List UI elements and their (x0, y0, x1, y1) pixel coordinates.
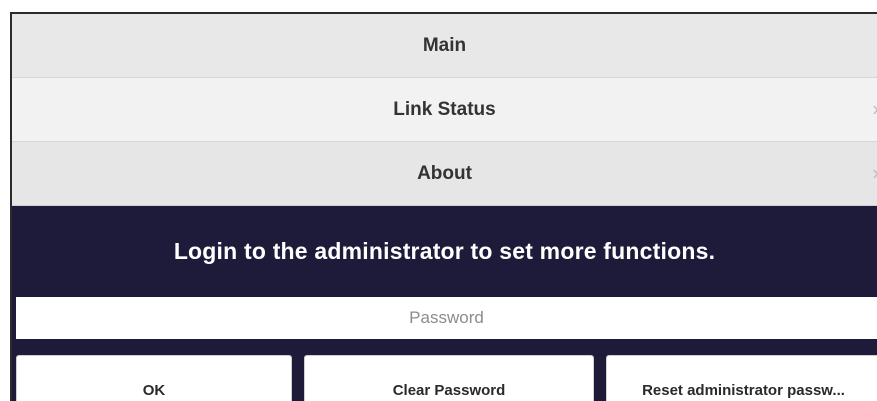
menu-item-label: Main (422, 34, 467, 56)
menu-item-label: Link Status (393, 98, 496, 120)
reset-admin-password-button-label: Reset administrator passw... (642, 382, 845, 399)
chevron-right-icon: › (872, 98, 877, 121)
menu-item-main[interactable]: Main (12, 14, 877, 78)
clear-password-button-label: Clear Password (392, 382, 506, 399)
login-banner: Login to the administrator to set more f… (12, 208, 877, 294)
ok-button[interactable]: OK (16, 355, 292, 401)
chevron-right-icon: › (872, 162, 877, 185)
menu-item-label: About (417, 162, 472, 184)
menu-item-link-status[interactable]: Link Status › (12, 78, 877, 142)
password-input[interactable] (16, 297, 877, 339)
settings-panel: Main Link Status › About › Login to the … (10, 12, 877, 401)
menu-item-about[interactable]: About › (12, 142, 877, 206)
clear-password-button[interactable]: Clear Password (304, 355, 594, 401)
app-frame: Main Link Status › About › Login to the … (0, 0, 877, 401)
ok-button-label: OK (142, 382, 166, 399)
reset-admin-password-button[interactable]: Reset administrator passw... (606, 355, 877, 401)
login-banner-text: Login to the administrator to set more f… (173, 237, 716, 264)
